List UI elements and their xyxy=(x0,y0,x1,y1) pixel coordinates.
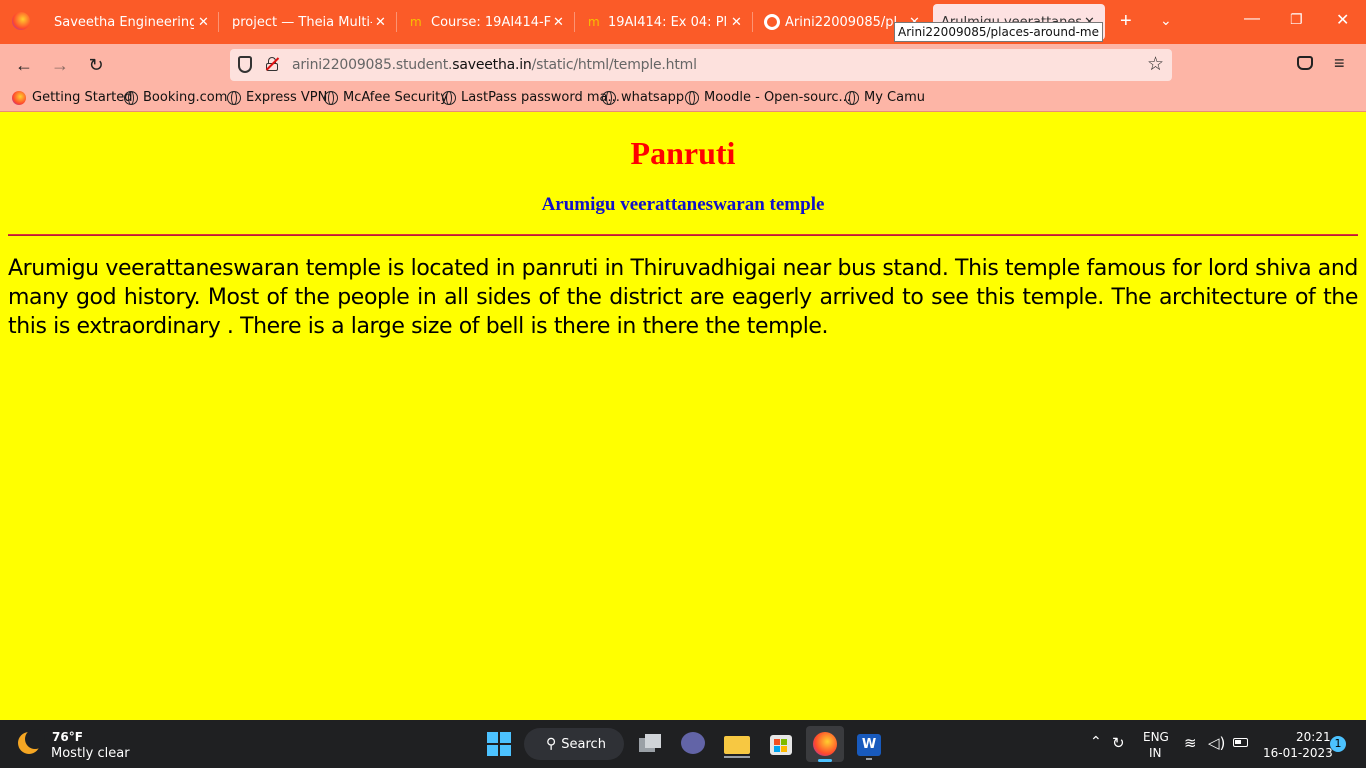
tab-label: Course: 19AI414-Fundam xyxy=(431,14,551,30)
window-close-icon[interactable]: ✕ xyxy=(1336,10,1349,30)
back-icon[interactable]: ← xyxy=(10,52,38,78)
tab-theia-project[interactable]: project — Theia Multi-Lang ✕ xyxy=(220,0,392,44)
close-icon[interactable]: ✕ xyxy=(198,15,209,30)
bookmark-label: Express VPN xyxy=(246,90,328,105)
tab-label: 19AI414: Ex 04: Places A xyxy=(608,14,728,30)
bookmark-label: LastPass password ma... xyxy=(461,90,620,105)
horizontal-rule xyxy=(8,234,1358,236)
bookmark-express-vpn[interactable]: Express VPN xyxy=(227,90,327,105)
bookmark-star-icon[interactable]: ☆ xyxy=(1147,53,1164,76)
close-icon[interactable]: ✕ xyxy=(731,15,742,30)
url-path: /static/html/temple.html xyxy=(531,57,697,73)
globe-icon xyxy=(845,90,859,105)
battery-icon[interactable] xyxy=(1233,738,1248,747)
restore-icon[interactable]: ❐ xyxy=(1290,11,1303,28)
moodle-icon: m xyxy=(588,15,600,29)
bookmark-my-camu[interactable]: My Camu xyxy=(845,90,925,105)
wifi-icon[interactable]: ≋ xyxy=(1184,734,1197,752)
globe-icon xyxy=(685,90,699,105)
search-icon: ⚲ xyxy=(546,736,557,752)
word-icon[interactable]: W xyxy=(853,728,885,760)
page-heading: Panruti xyxy=(630,135,736,171)
bookmark-lastpass[interactable]: LastPass password ma... xyxy=(442,90,620,105)
address-bar[interactable]: arini22009085.student.saveetha.in/static… xyxy=(230,49,1172,81)
tab-separator xyxy=(574,12,575,32)
tab-strip: Saveetha Engineering Colle ✕ project — T… xyxy=(0,0,1366,44)
new-tab-icon[interactable]: + xyxy=(1120,10,1132,33)
weather-desc: Mostly clear xyxy=(51,746,130,761)
tab-label: project — Theia Multi-Lang xyxy=(232,14,372,30)
chevron-up-icon[interactable]: ⌃ xyxy=(1090,734,1102,750)
globe-icon xyxy=(602,90,616,105)
close-icon[interactable]: ✕ xyxy=(375,15,386,30)
firefox-taskbar-icon[interactable] xyxy=(806,726,844,762)
moodle-icon: m xyxy=(410,15,422,29)
tab-saveetha[interactable]: Saveetha Engineering Colle ✕ xyxy=(44,0,216,44)
globe-icon xyxy=(124,90,138,105)
bookmark-booking[interactable]: Booking.com xyxy=(124,90,227,105)
tab-separator xyxy=(218,12,219,32)
tab-label: Saveetha Engineering Colle xyxy=(54,14,194,30)
weather-temp: 76°F xyxy=(52,730,83,744)
github-icon xyxy=(764,14,780,30)
bookmark-label: Moodle - Open-sourc... xyxy=(704,90,851,105)
bookmark-mcafee[interactable]: McAfee Security xyxy=(324,90,448,105)
task-view-icon[interactable] xyxy=(634,728,666,760)
list-tabs-icon[interactable]: ⌄ xyxy=(1160,12,1172,29)
tab-separator xyxy=(396,12,397,32)
microsoft-store-icon[interactable] xyxy=(765,728,797,760)
tab-tooltip: Arini22009085/places-around-me xyxy=(894,22,1103,42)
bookmarks-toolbar: Getting Started Booking.com Express VPN … xyxy=(0,86,1366,112)
minimize-icon[interactable]: — xyxy=(1244,10,1260,28)
region-indicator: IN xyxy=(1149,746,1162,760)
page-subheading: Arumigu veerattaneswaran temple xyxy=(541,194,825,215)
menu-icon[interactable]: ≡ xyxy=(1334,53,1345,74)
globe-icon xyxy=(324,90,338,105)
start-windows-icon[interactable] xyxy=(483,728,515,760)
clock-date: 16-01-2023 xyxy=(1263,746,1333,760)
globe-icon xyxy=(442,90,456,105)
search-label: Search xyxy=(561,736,606,752)
weather-moon-icon[interactable] xyxy=(18,729,45,756)
navigation-toolbar: ← → ↻ arini22009085.student.saveetha.in/… xyxy=(0,44,1366,86)
url-prefix: arini22009085.student. xyxy=(292,57,453,73)
bookmark-label: Booking.com xyxy=(143,90,228,105)
firefox-view-icon[interactable] xyxy=(12,12,30,30)
bookmark-getting-started[interactable]: Getting Started xyxy=(12,90,133,105)
language-indicator[interactable]: ENG xyxy=(1143,730,1169,744)
url-text: arini22009085.student.saveetha.in/static… xyxy=(292,57,697,73)
url-domain: saveetha.in xyxy=(452,57,532,73)
volume-icon[interactable]: ◁) xyxy=(1208,734,1225,752)
forward-icon[interactable]: → xyxy=(46,52,74,78)
globe-icon xyxy=(227,90,241,105)
bookmark-label: My Camu xyxy=(864,90,925,105)
file-explorer-icon[interactable] xyxy=(721,728,753,760)
bookmark-label: McAfee Security xyxy=(343,90,448,105)
clock-time[interactable]: 20:21 xyxy=(1296,730,1331,744)
reload-icon[interactable]: ↻ xyxy=(82,52,110,78)
shield-icon[interactable] xyxy=(238,56,252,73)
bookmark-moodle[interactable]: Moodle - Open-sourc... xyxy=(685,90,851,105)
close-icon[interactable]: ✕ xyxy=(553,15,564,30)
pocket-icon[interactable] xyxy=(1297,56,1313,70)
tab-label: Arini22009085/places- xyxy=(785,14,897,30)
windows-taskbar: 76°F Mostly clear ⚲ Search W ⌃ ↻ ENG IN … xyxy=(0,720,1366,768)
bookmark-label: Getting Started xyxy=(32,90,133,105)
page-content: Panruti Arumigu veerattaneswaran temple … xyxy=(0,113,1366,720)
tab-course[interactable]: m Course: 19AI414-Fundam ✕ xyxy=(398,0,572,44)
lock-insecure-icon[interactable] xyxy=(265,57,280,71)
teams-chat-icon[interactable] xyxy=(677,728,709,760)
tab-separator xyxy=(752,12,753,32)
temple-description: Arumigu veerattaneswaran temple is locat… xyxy=(8,256,1358,339)
tab-ex04[interactable]: m 19AI414: Ex 04: Places A ✕ xyxy=(576,0,750,44)
taskbar-search[interactable]: ⚲ Search xyxy=(524,728,624,760)
sync-icon[interactable]: ↻ xyxy=(1112,734,1125,752)
firefox-icon xyxy=(12,90,26,105)
notification-badge[interactable]: 1 xyxy=(1330,736,1346,752)
bookmark-label: whatsapp xyxy=(621,90,685,105)
bookmark-whatsapp[interactable]: whatsapp xyxy=(602,90,684,105)
